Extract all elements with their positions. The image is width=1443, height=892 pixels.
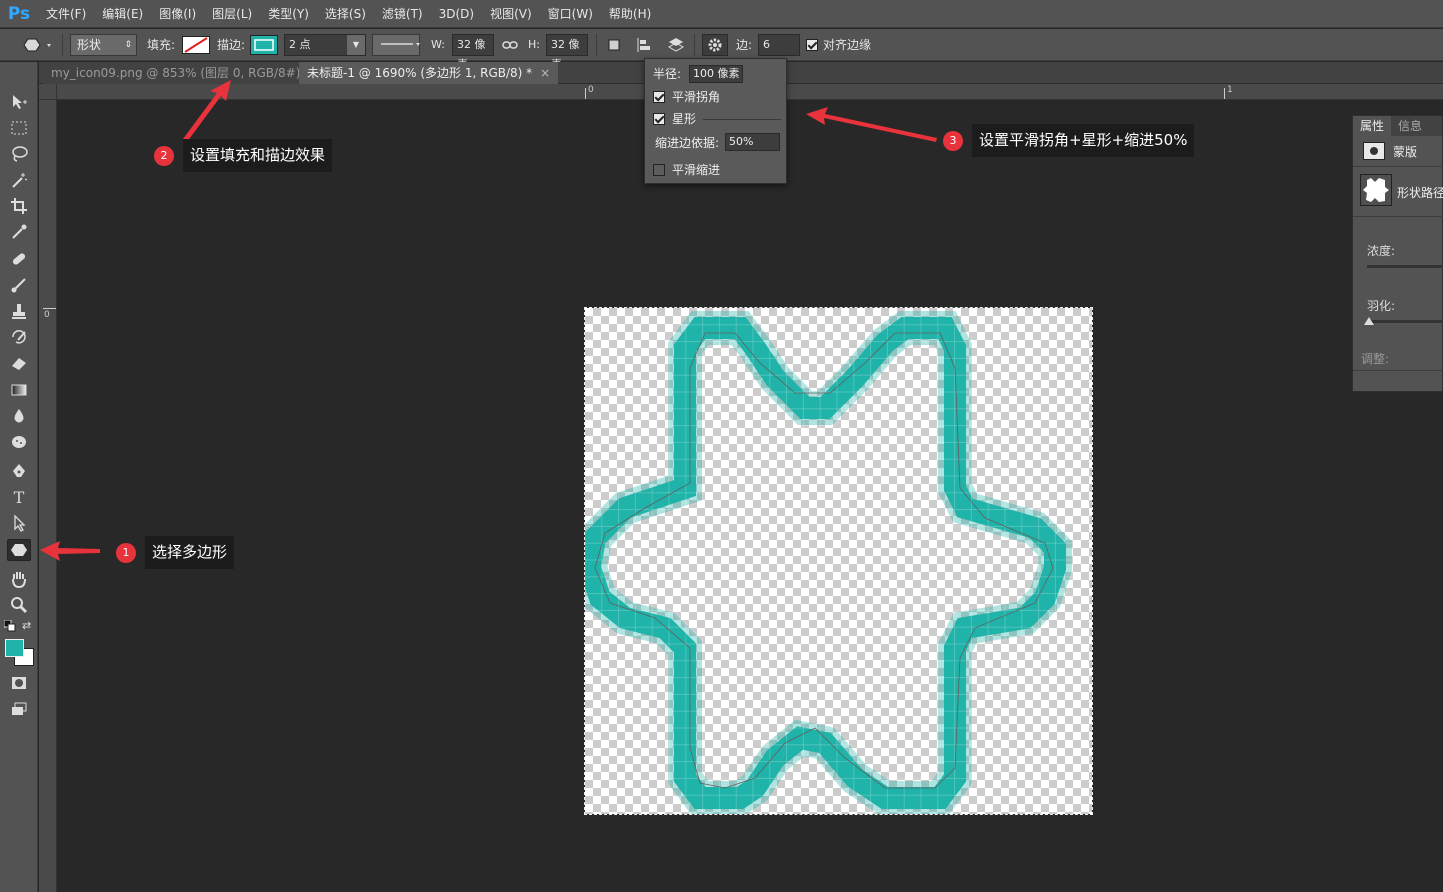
annotation-badge: 1: [116, 543, 136, 563]
annotation-badge: 2: [154, 146, 174, 166]
arrow-icon: [183, 80, 231, 142]
annotation-label: 选择多边形: [145, 536, 235, 569]
annotation-arrows: [40, 80, 937, 561]
annotation-label: 设置填充和描边效果: [183, 139, 333, 172]
annotation-label: 设置平滑拐角+星形+缩进50%: [972, 124, 1195, 157]
arrow-icon: [40, 541, 100, 561]
arrow-icon: [806, 107, 937, 142]
annotation-badge: 3: [943, 131, 963, 151]
